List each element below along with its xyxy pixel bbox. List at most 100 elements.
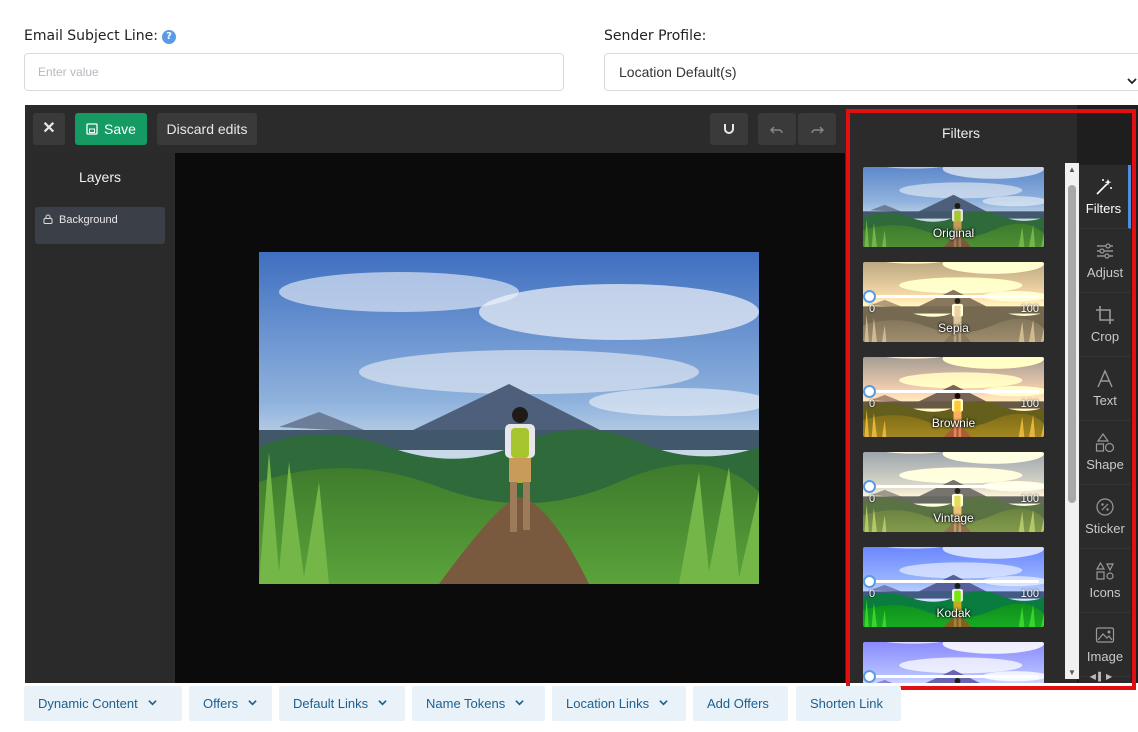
sender-label: Sender Profile: (604, 28, 707, 44)
magnet-button[interactable] (710, 113, 748, 145)
shape-icon (1095, 433, 1115, 453)
slider-min: 0 (869, 493, 876, 505)
chevron-down-icon (248, 687, 257, 722)
chevron-down-icon (378, 687, 387, 722)
dropdown-label: Default Links (293, 696, 369, 711)
dropdown-label: Dynamic Content (38, 696, 138, 711)
tab-adjust[interactable]: Adjust (1079, 229, 1131, 293)
tab-crop[interactable]: Crop (1079, 293, 1131, 357)
dynamic-content-dropdown[interactable]: Dynamic Content (24, 686, 182, 721)
subject-input[interactable] (24, 53, 564, 91)
tab-icons[interactable]: Icons (1079, 549, 1131, 613)
slider-max: 100 (1020, 493, 1039, 505)
tab-label: Image (1086, 649, 1124, 664)
default-links-dropdown[interactable]: Default Links (279, 686, 405, 721)
canvas-area (175, 153, 845, 683)
filter-thumb-original[interactable]: Original (863, 167, 1044, 247)
filter-intensity-slider[interactable] (863, 480, 1039, 493)
filter-label: Kodak (936, 606, 971, 620)
scroll-down-icon[interactable]: ▼ (1065, 668, 1079, 677)
tabs-scroll-arrows[interactable]: ◀ ▌ ▶ (1083, 672, 1119, 681)
crop-icon (1096, 306, 1114, 324)
save-icon (86, 123, 98, 135)
scroll-up-icon[interactable]: ▲ (1065, 165, 1079, 174)
offers-dropdown[interactable]: Offers (189, 686, 272, 721)
subject-label: Email Subject Line:? (24, 28, 176, 44)
tab-shape[interactable]: Shape (1079, 421, 1131, 485)
layers-panel: Layers Background (25, 153, 175, 683)
layer-item-background[interactable]: Background (35, 207, 165, 244)
filters-title: Filters (941, 125, 981, 141)
dropdown-label: Offers (203, 696, 239, 711)
tab-label: Text (1093, 393, 1117, 408)
filter-intensity-slider[interactable] (863, 290, 1039, 303)
dropdown-label: Name Tokens (426, 696, 506, 711)
image-icon (1095, 627, 1115, 643)
tab-image[interactable]: Image (1079, 613, 1131, 677)
filter-label: Vintage (933, 511, 974, 525)
tab-label: Shape (1086, 457, 1124, 472)
save-label: Save (104, 121, 136, 137)
filter-intensity-slider[interactable] (863, 670, 1039, 683)
tab-sticker[interactable]: Sticker (1079, 485, 1131, 549)
slider-min: 0 (869, 398, 876, 410)
editor-photo[interactable] (259, 252, 759, 584)
tab-label: Icons (1089, 585, 1121, 600)
add-offers-button[interactable]: Add Offers (693, 686, 788, 721)
tab-text[interactable]: Text (1079, 357, 1131, 421)
name-tokens-dropdown[interactable]: Name Tokens (412, 686, 545, 721)
page: Email Subject Line:? Sender Profile: Loc… (0, 0, 1138, 732)
discard-edits-button[interactable]: Discard edits (157, 113, 257, 145)
slider-handle[interactable] (863, 575, 876, 588)
magnet-icon (724, 124, 734, 134)
tab-filters[interactable]: Filters (1079, 165, 1131, 229)
slider-max: 100 (1020, 303, 1039, 315)
filter-thumb-sepia[interactable]: 0 100 Sepia (863, 262, 1044, 342)
image-editor: ✕ Save Discard edits Layers Background F… (25, 105, 1138, 683)
filter-label: Brownie (931, 416, 976, 430)
filter-thumb-kodak[interactable]: 0 100 Kodak (863, 547, 1044, 627)
slider-handle[interactable] (863, 385, 876, 398)
chevron-down-icon (515, 687, 524, 722)
scrollbar-thumb[interactable] (1068, 185, 1076, 503)
tab-label: Sticker (1085, 521, 1125, 536)
filter-thumbnails: Original 0 100 Sepia 0 100 Brownie 0 100… (863, 167, 1063, 683)
slider-min: 0 (869, 303, 876, 315)
lock-icon (43, 214, 53, 224)
tool-tabs: Filters Adjust Crop Text Shape Sticker I… (1079, 165, 1131, 683)
sender-profile-value: Location Default(s) (619, 64, 737, 80)
help-icon[interactable]: ? (161, 30, 176, 44)
sticker-icon (1096, 498, 1114, 516)
filter-label: Original (932, 226, 975, 240)
tab-label: Adjust (1086, 265, 1124, 280)
text-icon (1097, 369, 1113, 388)
slider-max: 100 (1020, 588, 1039, 600)
slider-handle[interactable] (863, 290, 876, 303)
shorten-link-button[interactable]: Shorten Link (796, 686, 901, 721)
magic-wand-icon (1095, 179, 1112, 195)
location-links-dropdown[interactable]: Location Links (552, 686, 686, 721)
undo-icon (770, 126, 783, 134)
layer-item-label: Background (59, 214, 118, 226)
slider-handle[interactable] (863, 480, 876, 493)
editor-toolbar: ✕ Save Discard edits (25, 105, 845, 153)
filter-thumb-brownie[interactable]: 0 100 Brownie (863, 357, 1044, 437)
redo-icon (811, 126, 824, 134)
sliders-icon (1097, 243, 1113, 259)
redo-button[interactable] (798, 113, 836, 145)
icons-icon (1095, 561, 1114, 580)
tab-label: Crop (1090, 329, 1120, 344)
filters-panel: Filters Original 0 100 Sepia 0 100 Brown… (845, 105, 1077, 683)
chevron-down-icon (148, 687, 157, 722)
undo-button[interactable] (758, 113, 796, 145)
filter-intensity-slider[interactable] (863, 575, 1039, 588)
sender-profile-select[interactable]: Location Default(s) (604, 53, 1138, 91)
save-button[interactable]: Save (75, 113, 147, 145)
filters-scrollbar[interactable]: ▲ ▼ (1065, 163, 1079, 679)
filter-thumb-vintage[interactable]: 0 100 Vintage (863, 452, 1044, 532)
filter-intensity-slider[interactable] (863, 385, 1039, 398)
dropdown-label: Location Links (566, 696, 650, 711)
slider-handle[interactable] (863, 670, 876, 683)
close-button[interactable]: ✕ (33, 113, 65, 145)
filter-thumb-next[interactable] (863, 642, 1044, 683)
